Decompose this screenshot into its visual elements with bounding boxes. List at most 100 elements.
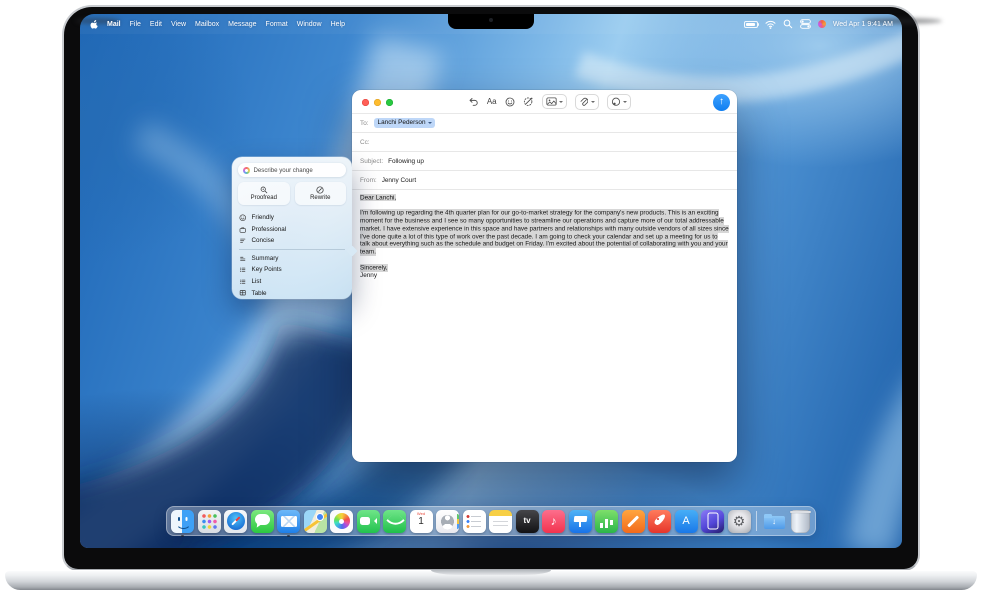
to-field[interactable]: To: Lanchi Pederson <box>352 114 737 133</box>
menu-item-file[interactable]: File <box>130 21 141 28</box>
dock-icon-keynote[interactable] <box>569 510 592 533</box>
option-table[interactable]: Table <box>239 287 345 299</box>
dock-icon-iphone-mirroring[interactable] <box>701 510 724 533</box>
rewrite-button[interactable]: Rewrite <box>295 182 347 205</box>
menu-bar-status: Wed Apr 1 9:41 AM <box>744 19 893 29</box>
chevron-down-icon <box>428 122 432 124</box>
dock-icon-notes[interactable] <box>489 510 512 533</box>
menu-item-edit[interactable]: Edit <box>150 21 162 28</box>
writing-tools-actions: Proofread Rewrite <box>238 182 346 205</box>
close-button[interactable] <box>362 99 369 106</box>
from-field[interactable]: From: Jenny Court <box>352 171 737 190</box>
option-label: Table <box>252 290 267 297</box>
dock-icon-downloads[interactable]: ↓ <box>763 510 786 533</box>
format-label: Aa <box>487 98 497 106</box>
writing-tools-icon[interactable] <box>523 96 534 107</box>
menu-item-help[interactable]: Help <box>331 21 345 28</box>
dock-icon-rocket[interactable] <box>648 510 671 533</box>
proofread-magnifier-icon <box>260 186 268 194</box>
download-arrow-icon: ↓ <box>763 517 786 526</box>
emoji-icon[interactable] <box>505 97 515 107</box>
message-body[interactable]: Dear Lanchi, I'm following up regarding … <box>352 190 737 288</box>
dock-icon-facetime[interactable] <box>357 510 380 533</box>
rewrite-label: Rewrite <box>310 195 330 201</box>
chevron-down-icon <box>559 101 563 103</box>
body-closing: Sincerely, <box>360 264 729 272</box>
cc-field[interactable]: Cc: <box>352 133 737 152</box>
menu-item-format[interactable]: Format <box>266 21 288 28</box>
option-friendly[interactable]: Friendly <box>239 212 345 224</box>
option-summary[interactable]: Summary <box>239 252 345 264</box>
dock-icon-mail[interactable] <box>277 510 300 533</box>
window-titlebar[interactable]: Aa <box>352 90 737 114</box>
dock-icon-trash[interactable] <box>791 510 810 533</box>
recipient-token[interactable]: Lanchi Pederson <box>374 118 435 128</box>
menu-item-window[interactable]: Window <box>297 21 322 28</box>
dock-icon-safari[interactable] <box>224 510 247 533</box>
menu-item-mail[interactable]: Mail <box>107 21 121 28</box>
describe-change-input[interactable]: Describe your change <box>238 163 346 177</box>
briefcase-icon <box>239 225 247 233</box>
table-icon <box>239 289 247 297</box>
dock-icon-music[interactable] <box>542 510 565 533</box>
option-label: Summary <box>252 255 279 262</box>
menu-item-view[interactable]: View <box>171 21 186 28</box>
chevron-down-icon <box>623 101 627 103</box>
dock-icon-phone[interactable] <box>383 510 406 533</box>
calendar-day: 1 <box>418 517 424 527</box>
option-key-points[interactable]: Key Points <box>239 264 345 276</box>
dock-icon-contacts[interactable] <box>436 510 459 533</box>
option-label: Professional <box>252 226 287 233</box>
dock-icon-photos[interactable] <box>330 510 353 533</box>
minimize-button[interactable] <box>374 99 381 106</box>
send-button[interactable] <box>713 94 730 111</box>
undo-icon[interactable] <box>468 97 479 107</box>
option-list[interactable]: List <box>239 276 345 288</box>
dock-icon-maps[interactable] <box>304 510 327 533</box>
dock-icon-messages[interactable] <box>251 510 274 533</box>
message-options-button[interactable] <box>607 94 632 110</box>
menu-bar-left: Mail File Edit View Mailbox Message Form… <box>89 19 345 30</box>
dock-icon-reminders[interactable] <box>463 510 486 533</box>
message-options-icon <box>611 97 621 107</box>
proofread-button[interactable]: Proofread <box>238 182 290 205</box>
option-label: Concise <box>252 237 275 244</box>
proofread-label: Proofread <box>251 195 277 201</box>
display-notch <box>448 14 534 29</box>
running-indicator <box>287 535 289 537</box>
photo-picker-button[interactable] <box>542 94 568 109</box>
key-points-icon <box>239 266 247 274</box>
dock-icon-system-settings[interactable] <box>728 510 751 533</box>
menu-item-mailbox[interactable]: Mailbox <box>195 21 219 28</box>
desktop: Mail File Edit View Mailbox Message Form… <box>80 14 902 548</box>
dock-icon-app-store[interactable] <box>675 510 698 533</box>
menu-item-message[interactable]: Message <box>228 21 256 28</box>
subject-field[interactable]: Subject: Following up <box>352 152 737 171</box>
chevron-down-icon <box>591 101 595 103</box>
zoom-button[interactable] <box>386 99 393 106</box>
dock-icon-launchpad[interactable] <box>198 510 221 533</box>
paperclip-icon <box>579 97 588 107</box>
battery-icon[interactable] <box>744 21 758 28</box>
writing-tools-options: Friendly Professional Concise <box>239 212 345 299</box>
dock-icon-finder[interactable] <box>171 510 194 533</box>
menu-bar-clock[interactable]: Wed Apr 1 9:41 AM <box>833 21 893 28</box>
option-professional[interactable]: Professional <box>239 224 345 236</box>
option-concise[interactable]: Concise <box>239 235 345 247</box>
search-icon[interactable] <box>783 19 793 29</box>
format-icon[interactable]: Aa <box>487 98 497 106</box>
option-label: Key Points <box>252 266 282 273</box>
dock-icon-calendar[interactable]: Wed 1 <box>410 510 433 533</box>
dock-icon-numbers[interactable] <box>595 510 618 533</box>
control-center-icon[interactable] <box>800 19 811 29</box>
dock-icon-pages[interactable] <box>622 510 645 533</box>
summary-icon <box>239 254 247 262</box>
dock-icon-tv[interactable]: tv <box>516 510 539 533</box>
menu-extra-icon[interactable] <box>818 20 826 28</box>
attach-button[interactable] <box>575 94 599 110</box>
wifi-icon[interactable] <box>765 20 776 29</box>
apple-menu[interactable] <box>89 19 98 30</box>
rewrite-pencil-icon <box>316 186 324 194</box>
smiley-icon <box>239 214 247 222</box>
macbook-base <box>5 570 977 590</box>
